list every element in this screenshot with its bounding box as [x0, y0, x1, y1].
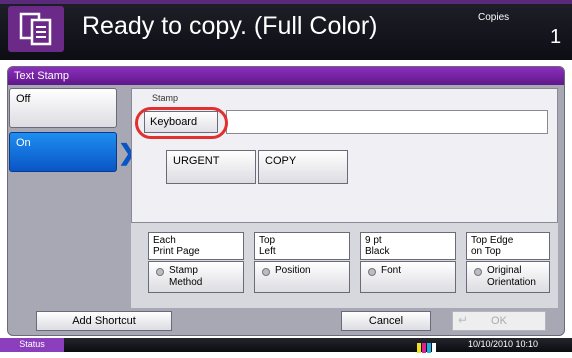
enter-arrow-icon: ↵ [458, 313, 469, 327]
button-line: Font [381, 265, 402, 276]
add-shortcut-button[interactable]: Add Shortcut [36, 311, 172, 331]
page-title: Ready to copy. (Full Color) [82, 12, 378, 40]
copies-label: Copies [478, 12, 510, 23]
indicator-dot-icon [474, 268, 482, 276]
button-line: Orientation [487, 277, 536, 288]
stamp-text-field[interactable] [226, 110, 548, 134]
button-line: Stamp [169, 265, 198, 276]
stamp-label: Stamp [152, 93, 179, 103]
indicator-dot-icon [368, 268, 376, 276]
button-line: Method [169, 277, 203, 288]
preset-urgent-button[interactable]: URGENT [166, 150, 256, 184]
cancel-button[interactable]: Cancel [341, 311, 431, 331]
copies-count: 1 [550, 26, 562, 48]
off-button[interactable]: Off [9, 88, 117, 128]
value-line: Top Edge [471, 235, 514, 246]
copy-mode-icon [8, 6, 64, 52]
status-button[interactable]: Status [0, 338, 64, 352]
orientation-value: Top Edge on Top [466, 232, 550, 260]
on-button[interactable]: On [9, 132, 117, 172]
stamp-method-button[interactable]: Stamp Method [148, 261, 244, 293]
value-line: Top [259, 235, 276, 246]
highlight-ring [135, 107, 228, 139]
font-button[interactable]: Font [360, 261, 456, 293]
original-orientation-button[interactable]: Original Orientation [466, 261, 550, 293]
value-line: 9 pt [365, 235, 382, 246]
stamp-method-value: Each Print Page [148, 232, 244, 260]
button-line: Position [275, 265, 311, 276]
font-value: 9 pt Black [360, 232, 456, 260]
value-line: Left [259, 246, 276, 257]
value-line: Black [365, 246, 390, 257]
value-line: on Top [471, 246, 501, 257]
date-time: 10/10/2010 10:10 [468, 339, 539, 349]
position-button[interactable]: Position [254, 261, 350, 293]
indicator-dot-icon [262, 268, 270, 276]
toner-level-icon [417, 340, 437, 353]
panel-title: Text Stamp [8, 67, 564, 85]
indicator-dot-icon [156, 268, 164, 276]
position-value: Top Left [254, 232, 350, 260]
button-line: Original [487, 265, 522, 276]
value-line: Each [153, 235, 176, 246]
value-line: Print Page [153, 246, 200, 257]
preset-copy-button[interactable]: COPY [258, 150, 348, 184]
